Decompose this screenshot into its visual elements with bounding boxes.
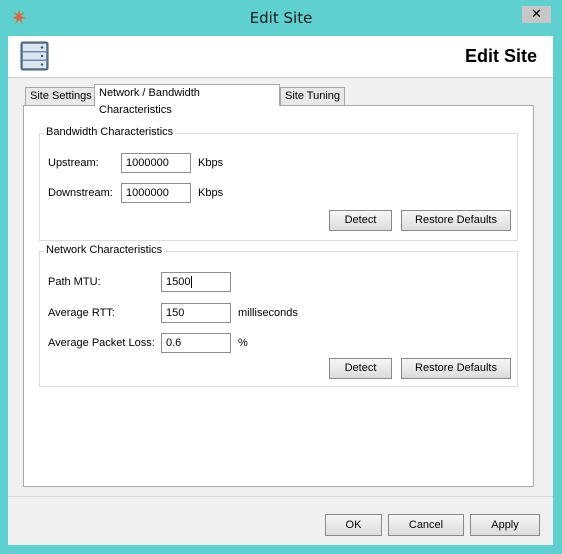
- server-icon: [20, 41, 49, 71]
- upstream-label: Upstream:: [48, 157, 99, 169]
- cancel-button[interactable]: Cancel: [388, 514, 464, 536]
- packet-loss-input[interactable]: 0.6: [161, 333, 231, 353]
- average-rtt-unit: milliseconds: [238, 307, 298, 319]
- upstream-input[interactable]: 1000000: [121, 153, 191, 173]
- close-button[interactable]: ✕: [522, 6, 551, 23]
- dialog-header: Edit Site: [8, 36, 553, 77]
- network-detect-button[interactable]: Detect: [329, 358, 392, 379]
- window-frame: Edit Site ✕ Edit Site Site Settings Netw…: [0, 0, 562, 554]
- network-group-title: Network Characteristics: [44, 244, 165, 256]
- ok-button[interactable]: OK: [325, 514, 382, 536]
- upstream-unit: Kbps: [198, 157, 224, 169]
- apply-button[interactable]: Apply: [470, 514, 540, 536]
- page-title: Edit Site: [464, 46, 537, 66]
- tab-network-bandwidth[interactable]: Network / Bandwidth Characteristics: [94, 84, 280, 116]
- bandwidth-restore-defaults-button[interactable]: Restore Defaults: [401, 210, 511, 231]
- path-mtu-label: Path MTU:: [48, 276, 101, 288]
- downstream-unit: Kbps: [198, 187, 224, 199]
- title-bar[interactable]: Edit Site ✕: [0, 0, 562, 36]
- bandwidth-detect-button[interactable]: Detect: [329, 210, 392, 231]
- tab-site-tuning[interactable]: Site Tuning: [280, 87, 346, 105]
- tab-site-settings[interactable]: Site Settings: [25, 87, 97, 105]
- network-restore-defaults-button[interactable]: Restore Defaults: [401, 358, 511, 379]
- footer-divider: [8, 496, 553, 497]
- path-mtu-input[interactable]: 1500: [161, 272, 231, 292]
- average-rtt-label: Average RTT:: [48, 307, 115, 319]
- packet-loss-label: Average Packet Loss:: [48, 337, 155, 349]
- downstream-input[interactable]: 1000000: [121, 183, 191, 203]
- downstream-label: Downstream:: [48, 187, 113, 199]
- path-mtu-value: 1500: [166, 276, 191, 288]
- average-rtt-input[interactable]: 150: [161, 303, 231, 323]
- bandwidth-group: Bandwidth Characteristics Upstream: 1000…: [39, 126, 518, 241]
- tab-panel: Bandwidth Characteristics Upstream: 1000…: [23, 105, 534, 487]
- bandwidth-group-title: Bandwidth Characteristics: [44, 126, 176, 138]
- packet-loss-unit: %: [238, 337, 248, 349]
- network-group: Network Characteristics Path MTU: 1500 A…: [39, 244, 518, 387]
- window-title: Edit Site: [249, 9, 313, 27]
- dialog-client: Edit Site Site Settings Network / Bandwi…: [8, 36, 553, 545]
